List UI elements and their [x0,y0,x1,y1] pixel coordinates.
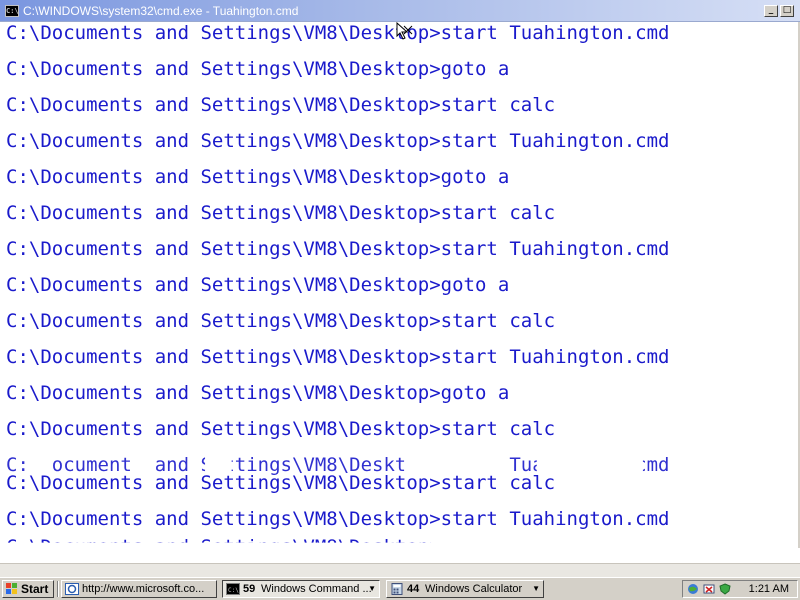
taskbar: Start http://www.microsoft.co... C:\ 59 … [0,577,800,600]
chevron-down-icon: ▼ [368,584,376,593]
console-line: C:\Documents and Settings\VM8\Desktop>go… [6,58,510,80]
task-button-browser[interactable]: http://www.microsoft.co... [61,580,217,598]
calc-icon [391,583,403,595]
console-line: C:\Documents and Settings\VM8\Desktop>st… [6,238,670,260]
cmd-window-icon[interactable]: C:\ [5,5,19,17]
console-line: C:\Documents and Settings\VM8\Desktop>go… [6,274,510,296]
clock[interactable]: 1:21 AM [749,582,789,596]
window-title: C:\WINDOWS\system32\cmd.exe - Tuahington… [23,4,299,18]
horizontal-scrollbar[interactable] [0,563,800,577]
task-button-cmd-group[interactable]: C:\ 59 Windows Command ... ▼ [222,580,380,598]
cmd-window: C:\ C:\WINDOWS\system32\cmd.exe - Tuahin… [0,0,800,577]
minimize-button[interactable]: _ [764,5,778,17]
console-line: C:\Documents and Settings\VM8\Desktop>go… [6,382,510,404]
start-button[interactable]: Start [2,580,54,598]
security-alert-icon[interactable] [703,583,715,595]
task-button-calc-group[interactable]: 44 Windows Calculator ▼ [386,580,544,598]
console-line: C:\Documents and Settings\VM8\Desktop>st… [6,346,670,368]
taskbar-divider [57,581,59,597]
task-label: Windows Calculator [425,583,523,595]
task-count: 44 [407,583,420,595]
maximize-button[interactable]: □ [780,5,794,17]
console-line: C:\Documents and Settings\VM8\Desktop>st… [6,22,670,44]
console-line: C:\Documents and Settings\VM8\Desktop>st… [6,418,556,440]
console-line: C:\Documents and Settings\VM8\Desktop>go… [6,166,510,188]
windows-flag-icon [6,583,17,594]
cmd-icon: C:\ [226,583,240,595]
task-label: Windows Command ... [261,583,372,595]
console-line: C:\Documents and Settings\VM8\Desktop>st… [6,130,670,152]
ie-icon [65,583,79,595]
chevron-down-icon: ▼ [532,584,540,593]
console-output[interactable]: C:\Documents and Settings\VM8\Desktop>st… [0,22,800,548]
console-line: C:\Documents and Settings\VM8\Desktop>st… [6,310,556,332]
task-label: http://www.microsoft.co... [82,583,205,595]
console-line: C:\Documents and Settings\VM8\Desktop>st… [6,472,556,494]
console-line: C:\Documents and Settings\VM8\Desktop>st… [6,202,556,224]
system-tray: 1:21 AM [682,580,798,598]
title-bar[interactable]: C:\ C:\WINDOWS\system32\cmd.exe - Tuahin… [0,0,800,22]
network-globe-icon[interactable] [687,583,699,595]
svg-text:C:\: C:\ [228,587,239,594]
antivirus-shield-icon[interactable] [719,583,731,595]
console-line: C:\Documents and Settings\VM8\Desktop>st… [6,508,670,530]
task-count: 59 [243,583,256,595]
start-label: Start [21,582,49,596]
console-line: C:\Documents and Settings\VM8\Desktop>st… [6,94,556,116]
mouse-cursor-icon [396,22,413,40]
console-line-partial: C:\Documents and Settings\VM8\Desktop> [6,536,441,548]
